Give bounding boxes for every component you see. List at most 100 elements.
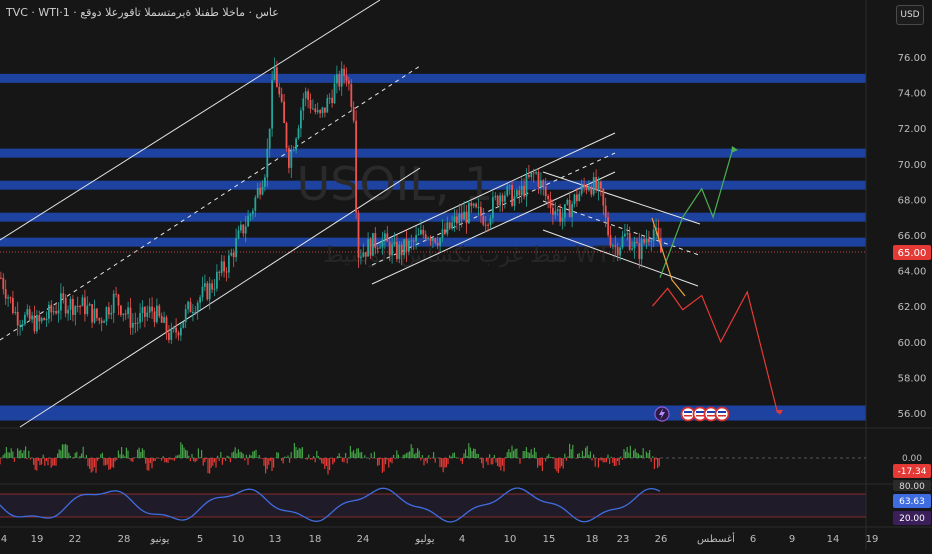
candle-body [141,306,144,314]
candle-body [388,241,391,256]
time-tick-label: 14 [827,534,840,545]
candle-body [612,245,614,247]
candle-body [28,309,31,320]
candle-body [237,230,240,239]
currency-button[interactable]: USD [896,5,924,25]
time-tick-label: 10 [232,534,245,545]
candle-body [302,98,305,111]
price-tick-label: 66.00 [898,231,927,242]
candle-body [57,310,60,314]
candle-body [652,229,655,242]
candle-body [331,97,333,104]
candle-body [496,195,499,206]
candle-body [175,327,177,333]
osc1-zero-label: 0.00 [902,454,922,464]
candle-body [100,320,103,323]
candle-body [628,233,631,250]
candle-body [645,239,648,243]
candle-body [62,293,65,298]
candle-body [201,286,204,298]
candle-body [108,307,110,315]
candle-body [120,305,122,315]
candle-body [343,68,345,76]
candle-body [139,313,141,323]
candle-body [36,315,38,332]
candle-body [271,79,273,129]
price-tick-label: 58.00 [898,373,927,384]
price-tick-label: 72.00 [898,124,927,135]
time-tick-label: يونيو [150,534,170,545]
candle-body [544,186,547,196]
candle-body [31,315,33,320]
candle-body [76,306,79,308]
candle-body [40,318,43,322]
candle-body [499,195,501,206]
candle-body [81,297,84,307]
symbol-title[interactable]: TVC · WTI·عاس · ماخلا طفنلا ةيرمتسملا تا… [6,6,279,19]
candle-body [148,306,151,313]
candle-body [168,332,170,340]
candle-body [7,297,9,299]
candle-body [316,110,319,112]
candle-body [444,229,446,234]
candle-body [93,308,96,323]
candle-body [206,283,209,300]
flag-stripe [718,415,726,417]
candle-body [429,238,432,241]
flag-stripe [718,411,726,413]
candle-body [232,252,235,258]
candle-body [604,205,607,218]
candle-body [636,242,638,244]
candle-body [230,252,233,256]
time-tick-label: أغسطس [697,532,735,545]
candle-body [472,203,475,206]
candle-body [506,185,509,196]
time-tick-label: 23 [617,534,630,545]
candle-body [616,246,619,256]
chart-area[interactable]: USOIL, 1 نفط غرب تكساس الوسيط WTI 76.00 7… [0,0,932,550]
candle-body [537,172,540,187]
candle-body [360,256,362,258]
candle-body [535,172,537,174]
time-tick-label: 4 [1,534,7,545]
candle-body [103,321,105,323]
watermark-name: نفط غرب تكساس الوسيط WTI [323,243,617,268]
candle-body [48,304,50,319]
candle-body [74,306,77,315]
candle-body [640,239,643,260]
price-tick-label: 76.00 [898,53,927,64]
candle-body [477,207,480,209]
candle-body [540,180,542,187]
candle-body [283,101,285,124]
candle-body [448,222,451,229]
candle-body [597,181,600,191]
candle-body [468,202,470,224]
price-tick-label: 70.00 [898,160,927,171]
candle-body [379,247,381,249]
candle-body [393,241,396,245]
candle-body [460,213,463,220]
candle-body [588,186,590,191]
candle-body [124,313,127,315]
price-chart[interactable]: USOIL, 1 نفط غرب تكساس الوسيط WTI 76.007… [0,0,932,550]
candle-body [475,203,477,208]
candle-body [117,294,120,306]
candle-body [290,150,293,168]
candle-body [458,213,461,224]
candle-body [189,301,192,313]
candle-body [561,217,564,222]
candle-body [374,233,377,248]
candle-body [523,186,525,197]
candle-body [278,86,281,95]
candle-body [50,304,53,313]
candle-body [410,240,413,242]
time-tick-label: 26 [655,534,668,545]
candle-body [280,94,283,102]
candle-body [268,128,271,149]
candle-body [508,185,511,187]
event-markers [654,406,730,422]
candle-body [228,255,230,273]
us-flag-event-icon [680,406,696,422]
flag-stripe [684,415,692,417]
candle-body [297,128,300,139]
